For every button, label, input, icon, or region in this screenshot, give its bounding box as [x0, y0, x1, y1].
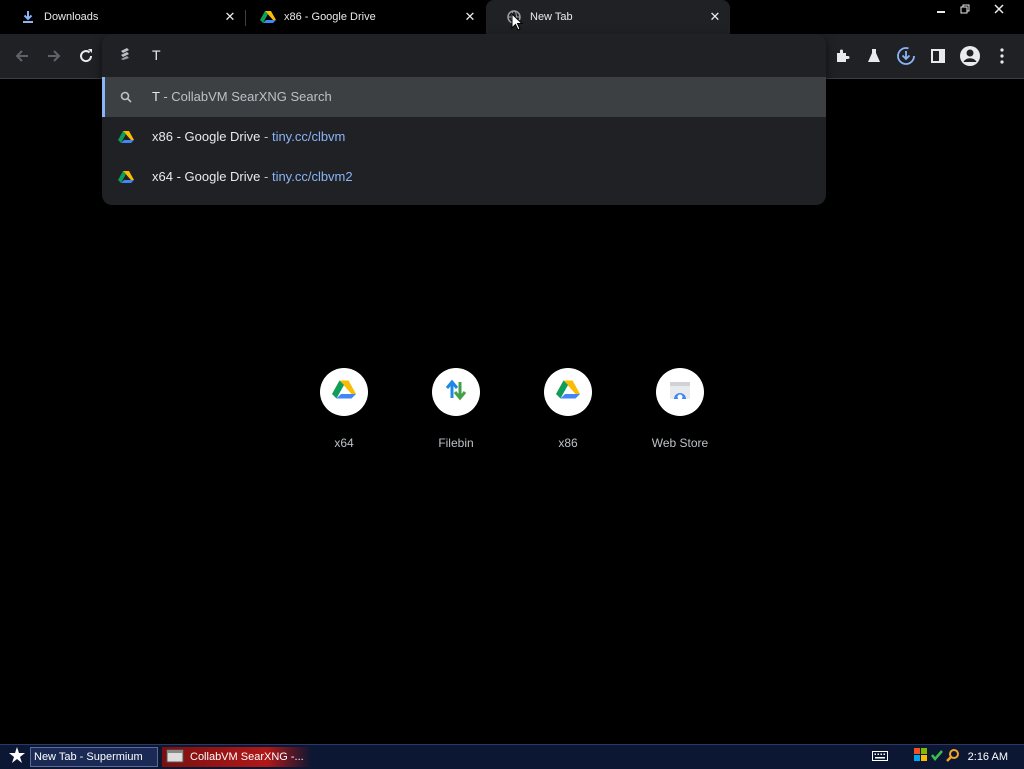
close-tab-icon[interactable]: ✕	[223, 10, 237, 24]
taskbar-item-label: CollabVM SearXNG -...	[190, 751, 304, 763]
address-input[interactable]	[152, 44, 752, 66]
shortcut-x86[interactable]: x86	[512, 368, 624, 450]
keyboard-icon[interactable]	[871, 748, 888, 766]
suggestion-separator: -	[260, 129, 272, 144]
omnibox-dropdown: T - CollabVM SearXNG Search x86 - Google…	[102, 34, 826, 205]
web-store-icon	[668, 379, 692, 406]
shortcut-filebin[interactable]: Filebin	[400, 368, 512, 450]
taskbar-item-label: New Tab - Supermium	[34, 751, 143, 763]
shortcut-icon-circle	[656, 368, 704, 416]
google-drive-icon	[118, 129, 134, 145]
google-drive-icon	[260, 9, 276, 25]
download-icon	[20, 9, 36, 25]
address-bar[interactable]	[102, 34, 826, 76]
suggestion-url: tiny.cc/clbvm	[271, 129, 346, 144]
up-down-arrows-icon	[444, 378, 468, 407]
google-drive-icon	[332, 379, 356, 405]
suggestion-text: x64 - Google Drive - tiny.cc/clbvm2	[152, 169, 353, 184]
suggestion-x64-drive[interactable]: x64 - Google Drive - tiny.cc/clbvm2	[102, 157, 826, 197]
taskbar-clock[interactable]: 2:16 AM	[968, 751, 1008, 763]
shortcut-label: Web Store	[651, 436, 709, 450]
shortcut-label: Filebin	[438, 436, 474, 450]
tab-title: Downloads	[44, 11, 99, 23]
app-window-icon	[166, 749, 184, 766]
forward-button[interactable]	[42, 44, 66, 68]
menu-kebab-icon[interactable]	[990, 44, 1014, 68]
suggestion-title: x64 - Google Drive	[152, 169, 261, 184]
profile-avatar[interactable]	[958, 44, 982, 68]
search-icon	[118, 89, 134, 105]
extensions-puzzle-icon[interactable]	[830, 44, 854, 68]
suggestion-title: x86 - Google Drive	[152, 129, 261, 144]
restore-button[interactable]	[952, 0, 978, 18]
download-status-icon[interactable]	[894, 44, 918, 68]
shortcut-label: x64	[334, 436, 354, 450]
tab-downloads[interactable]: Downloads ✕	[0, 0, 245, 34]
suggestion-url: tiny.cc/clbvm2	[271, 169, 353, 184]
magnifier-icon[interactable]	[945, 748, 960, 767]
close-tab-icon[interactable]: ✕	[708, 10, 722, 24]
tab-title: New Tab	[530, 11, 573, 23]
start-button[interactable]	[6, 746, 28, 769]
suggestion-text: x86 - Google Drive - tiny.cc/clbvm	[152, 129, 345, 144]
suggestion-separator: -	[260, 169, 272, 184]
windows-flag-icon[interactable]	[913, 747, 928, 767]
system-tray: 2:16 AM	[871, 745, 1024, 769]
suggestion-x86-drive[interactable]: x86 - Google Drive - tiny.cc/clbvm	[102, 117, 826, 157]
shortcut-web-store[interactable]: Web Store	[624, 368, 736, 450]
page-info-icon[interactable]	[118, 47, 132, 66]
selection-indicator	[102, 77, 105, 117]
suggestion-search[interactable]: T - CollabVM SearXNG Search	[102, 77, 826, 117]
side-panel-icon[interactable]	[926, 44, 950, 68]
mouse-cursor-icon	[511, 12, 524, 36]
shortcut-icon-circle	[320, 368, 368, 416]
back-button[interactable]	[10, 44, 34, 68]
tab-title: x86 - Google Drive	[284, 11, 376, 23]
suggestion-text: T - CollabVM SearXNG Search	[152, 89, 332, 104]
star-icon	[8, 746, 26, 769]
suggestion-separator: -	[159, 89, 172, 104]
shortcut-icon-circle	[432, 368, 480, 416]
google-drive-icon	[118, 169, 134, 185]
close-tab-icon[interactable]: ✕	[463, 10, 477, 24]
shortcut-label: x86	[558, 436, 578, 450]
tab-x86-google-drive[interactable]: x86 - Google Drive ✕	[240, 0, 485, 34]
labs-flask-icon[interactable]	[862, 44, 886, 68]
close-window-button[interactable]	[986, 0, 1012, 18]
taskbar: New Tab - Supermium CollabVM SearXNG -..…	[0, 744, 1024, 769]
suggestion-engine: CollabVM SearXNG Search	[171, 89, 332, 104]
shortcut-icon-circle	[544, 368, 592, 416]
google-drive-icon	[556, 379, 580, 405]
shortcut-x64[interactable]: x64	[288, 368, 400, 450]
minimize-button[interactable]	[928, 0, 954, 18]
taskbar-item-searxng[interactable]: CollabVM SearXNG -...	[162, 747, 312, 767]
taskbar-item-browser[interactable]: New Tab - Supermium	[30, 747, 158, 767]
suggestion-query: T	[152, 89, 160, 104]
reload-button[interactable]	[74, 44, 98, 68]
network-check-icon[interactable]	[930, 748, 944, 767]
tab-strip: Downloads ✕ x86 - Google Drive ✕ New Tab…	[0, 0, 1024, 34]
